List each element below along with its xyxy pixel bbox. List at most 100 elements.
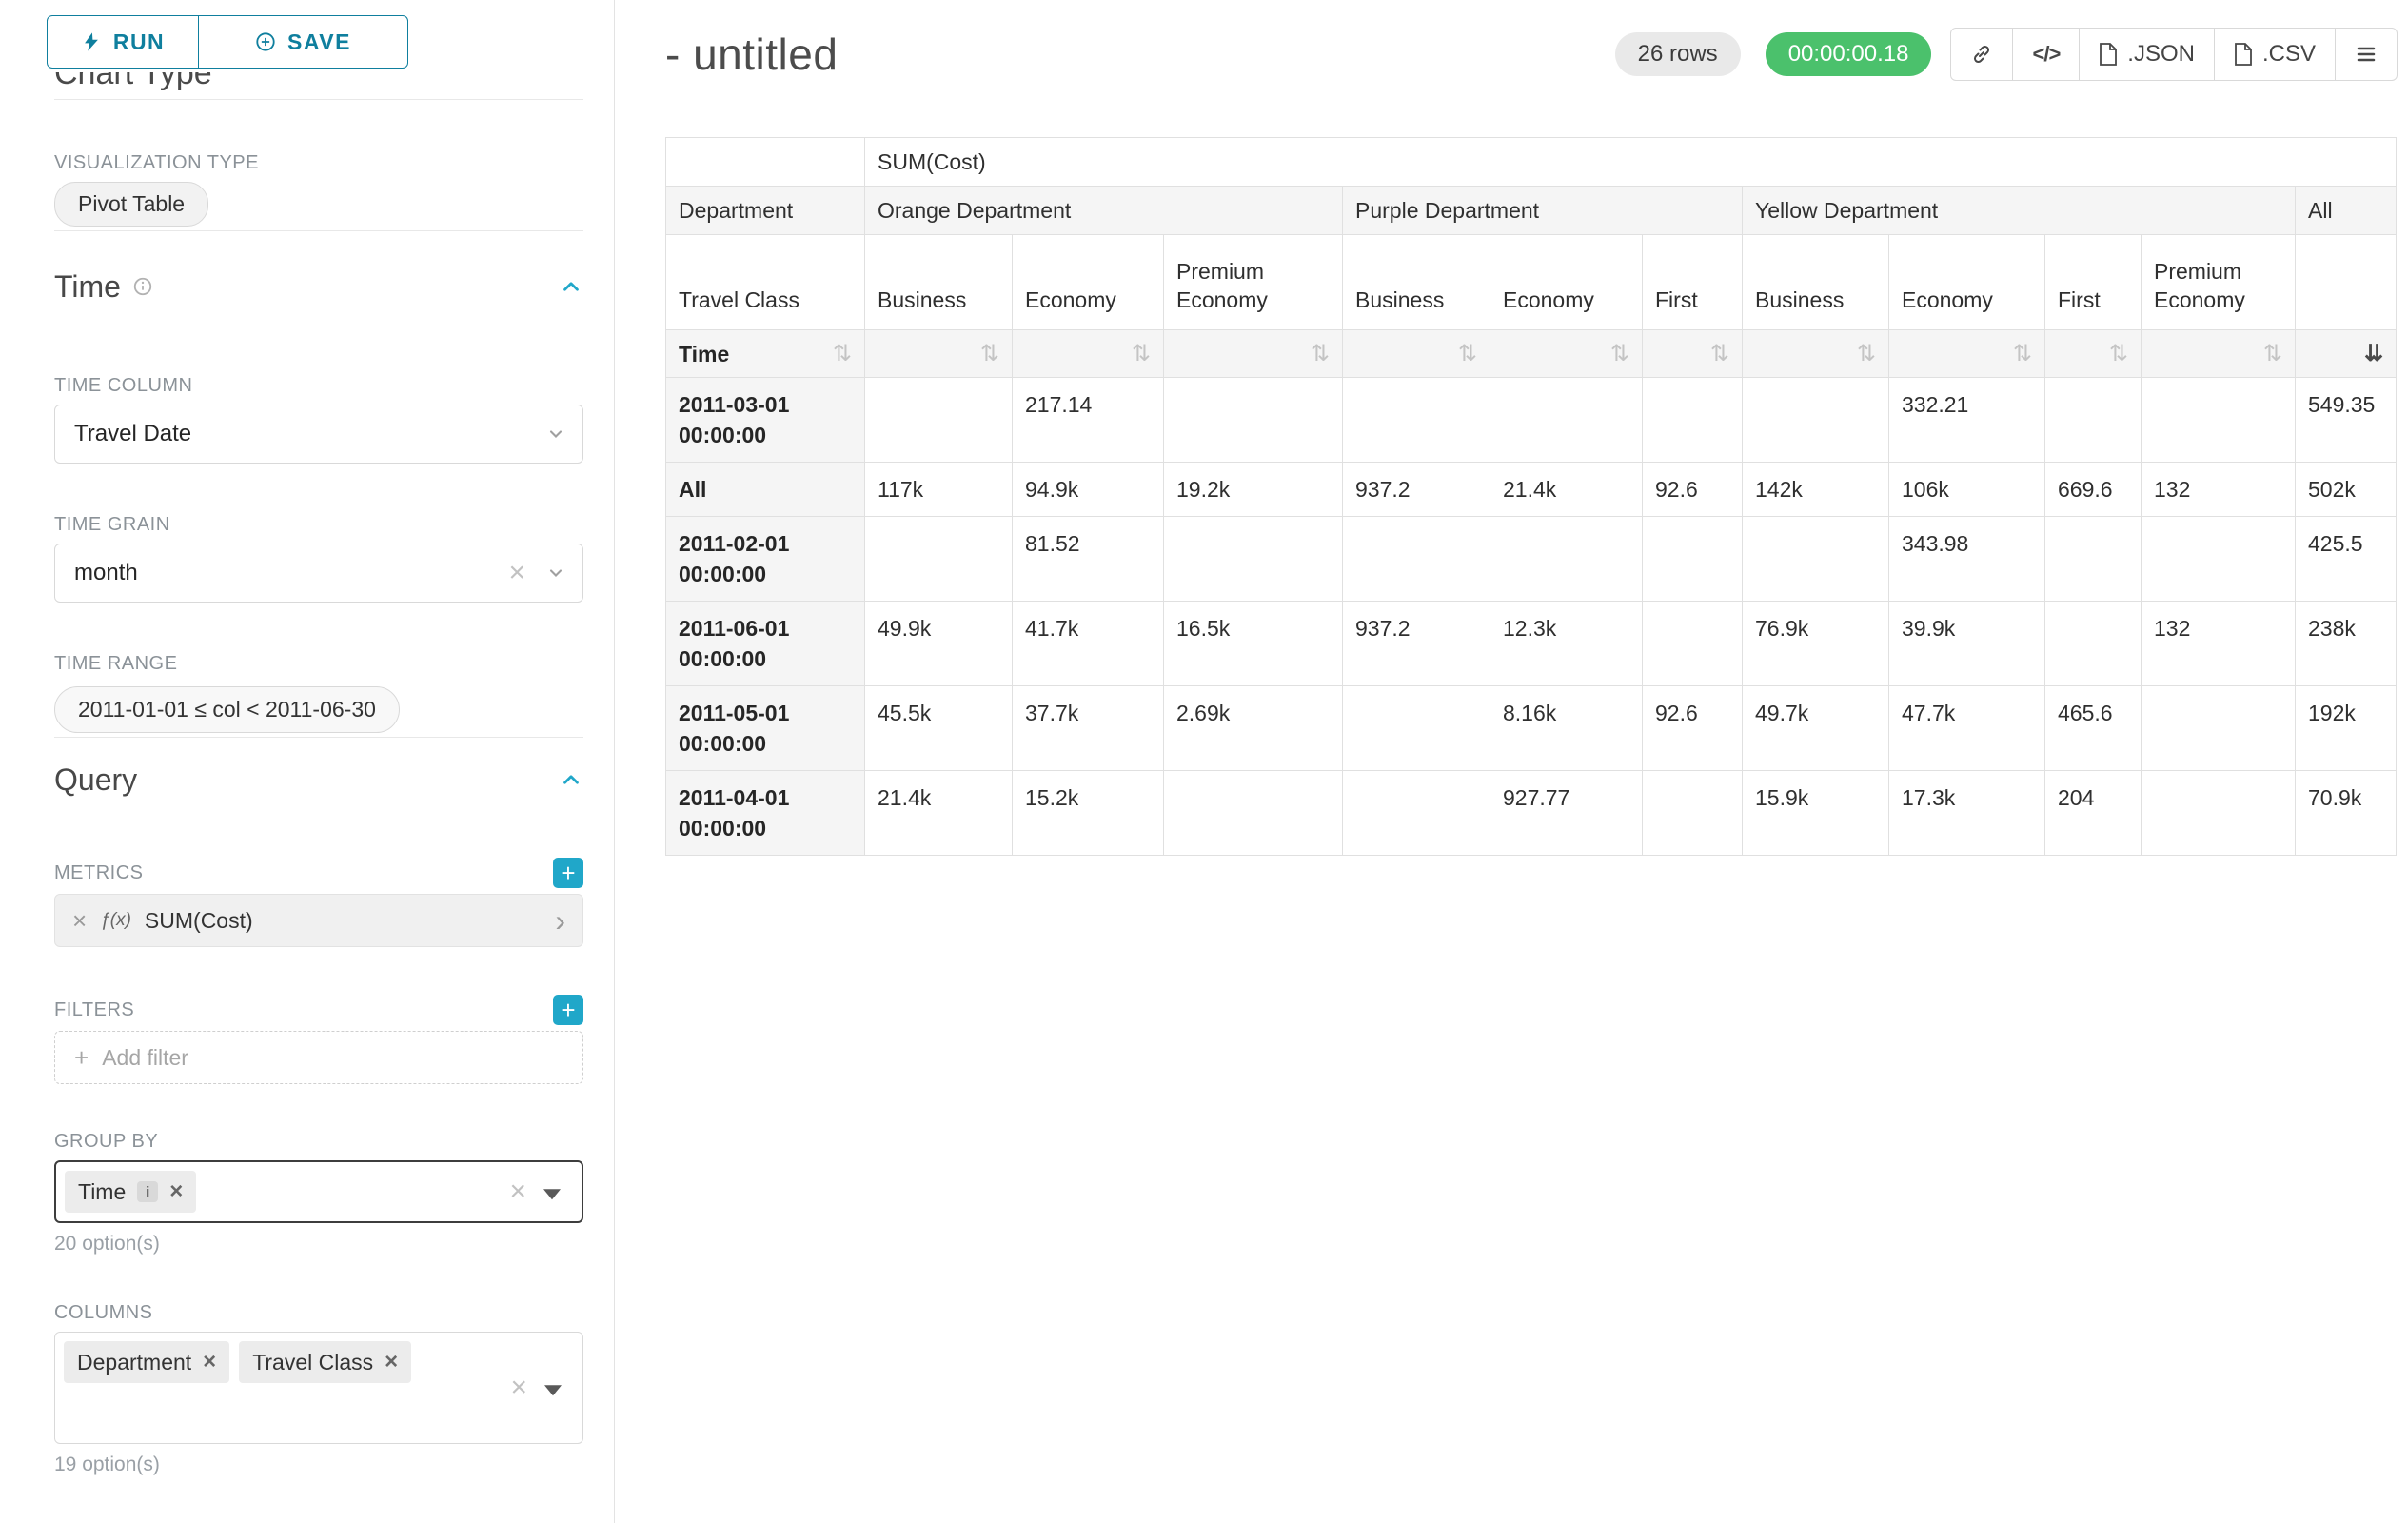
sort-desc-icon[interactable]: ⇊ [2364,343,2383,366]
pivot-value-cell: 106k [1889,463,2045,517]
menu-button[interactable] [2335,28,2398,81]
columns-tag-department[interactable]: Department × [64,1341,229,1383]
query-section-header[interactable]: Query [54,762,583,797]
pivot-value-cell: 8.16k [1490,686,1643,771]
pivot-class-header: Business [1743,235,1889,330]
export-csv-button[interactable]: .CSV [2214,28,2336,81]
sort-icon[interactable]: ⇅ [980,343,999,366]
pivot-value-cell: 70.9k [2296,771,2397,856]
sort-cell-content: ⇅ [1176,343,1330,366]
pivot-class-header [2296,235,2397,330]
sort-cell-content: ⇅ [1902,343,2032,366]
pivot-sort-cell: ⇅ [1013,330,1164,378]
viz-type-value[interactable]: Pivot Table [54,182,208,227]
sort-icon[interactable]: ⇅ [1610,343,1629,366]
pivot-value-cell [1643,771,1743,856]
remove-tag-icon[interactable]: × [203,1351,216,1374]
sort-icon[interactable]: ⇅ [2263,343,2282,366]
remove-tag-icon[interactable]: × [385,1351,398,1374]
add-filter-label: Add filter [102,1045,188,1071]
time-axis-label-text: Time [679,340,729,368]
pivot-sort-cell: ⇅ [865,330,1013,378]
columns-options-count: 19 option(s) [54,1454,583,1476]
columns-select[interactable]: Department × Travel Class × × [54,1332,583,1444]
pivot-value-cell: 192k [2296,686,2397,771]
run-button-label: RUN [113,30,165,55]
chevron-up-icon[interactable] [559,274,583,299]
metric-item[interactable]: × ƒ(x) SUM(Cost) › [54,894,583,947]
export-button-group: </> .JSON .CSV [1950,28,2398,81]
pivot-value-cell [2045,517,2142,602]
tag-label: Department [77,1350,191,1375]
copy-link-button[interactable] [1950,28,2013,81]
remove-tag-icon[interactable]: × [169,1180,183,1203]
export-json-button[interactable]: .JSON [2079,28,2215,81]
chevron-up-icon[interactable] [559,767,583,792]
pivot-value-cell [1490,378,1643,463]
sort-icon[interactable]: ⇅ [1710,343,1729,366]
sort-icon[interactable]: ⇅ [833,343,852,366]
pivot-dept-group-header: All [2296,187,2397,235]
pivot-value-cell: 12.3k [1490,602,1643,686]
pivot-value-cell [1643,517,1743,602]
pivot-dept-axis-label: Department [666,187,865,235]
embed-code-button[interactable]: </> [2012,28,2080,81]
chart-title[interactable]: - untitled [665,29,838,80]
time-column-select[interactable]: Travel Date [54,405,583,464]
file-icon [2234,43,2253,66]
add-metric-button[interactable]: + [553,858,583,888]
time-grain-label: TIME GRAIN [54,513,583,536]
pivot-value-cell [2142,378,2296,463]
chevron-down-icon[interactable] [544,1385,562,1395]
columns-tag-travel-class[interactable]: Travel Class × [239,1341,411,1383]
chart-area: - untitled 26 rows 00:00:00.18 </> [615,0,2408,1523]
export-csv-label: .CSV [2262,41,2316,68]
group-by-select[interactable]: Time i × × [54,1160,583,1223]
sort-icon[interactable]: ⇅ [1458,343,1477,366]
pivot-metric-header: SUM(Cost) [865,138,2397,187]
chevron-down-icon[interactable] [543,1189,561,1199]
divider [54,99,583,100]
sort-icon[interactable]: ⇅ [2013,343,2032,366]
sort-icon[interactable]: ⇅ [1132,343,1151,366]
pivot-class-header: Business [865,235,1013,330]
pivot-value-cell: 16.5k [1164,602,1343,686]
plus-circle-icon [255,31,276,52]
action-bar: RUN SAVE [47,15,583,69]
caret-right-icon[interactable]: › [555,905,565,936]
pivot-sort-cell: ⇅ [2045,330,2142,378]
pivot-value-cell: 92.6 [1643,686,1743,771]
sort-icon[interactable]: ⇅ [1857,343,1876,366]
info-icon [132,276,153,297]
pivot-class-header: Economy [1013,235,1164,330]
sort-cell-content: Time ⇅ [679,340,852,368]
run-button[interactable]: RUN [47,15,199,69]
fx-icon: ƒ(x) [100,910,131,931]
time-range-value[interactable]: 2011-01-01 ≤ col < 2011-06-30 [54,686,400,733]
sort-icon[interactable]: ⇅ [2109,343,2128,366]
pivot-value-cell [2142,517,2296,602]
remove-metric-icon[interactable]: × [72,908,87,933]
pivot-value-cell: 927.77 [1490,771,1643,856]
pivot-class-axis-label: Travel Class [666,235,865,330]
pivot-data-row: 2011-04-01 00:00:0021.4k15.2k927.7715.9k… [666,771,2397,856]
pivot-class-header: Economy [1889,235,2045,330]
divider [54,230,583,231]
time-grain-select[interactable]: month × [54,544,583,603]
group-by-tag[interactable]: Time i × [65,1171,196,1213]
save-button[interactable]: SAVE [198,15,408,69]
clear-icon[interactable]: × [508,559,525,587]
file-icon [2099,43,2118,66]
clear-icon[interactable]: × [509,1177,526,1206]
time-section-header[interactable]: Time [54,269,583,304]
pivot-row-label: 2011-04-01 00:00:00 [666,771,865,856]
sort-icon[interactable]: ⇅ [1311,343,1330,366]
pivot-value-cell: 142k [1743,463,1889,517]
control-panel: RUN SAVE Chart Type VISUALIZATION TYPE P… [0,0,615,1523]
clear-icon[interactable]: × [510,1374,527,1402]
pivot-sort-cell: ⇅ [1490,330,1643,378]
pivot-value-cell: 41.7k [1013,602,1164,686]
add-filter-button[interactable]: + Add filter [54,1031,583,1084]
sort-cell-content: ⇅ [1503,343,1629,366]
add-filter-plus-button[interactable]: + [553,995,583,1025]
